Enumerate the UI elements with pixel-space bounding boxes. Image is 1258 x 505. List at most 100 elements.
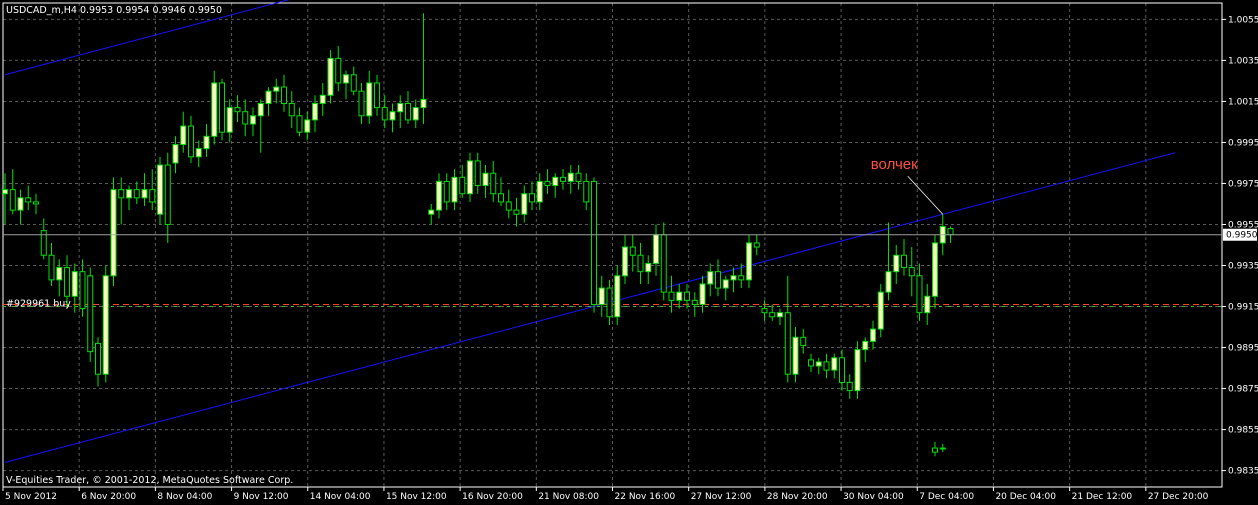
candle-body	[118, 189, 125, 199]
candle-body	[234, 107, 241, 113]
candle-body	[877, 291, 884, 330]
candle-body	[862, 340, 869, 351]
candle-body	[133, 189, 140, 199]
y-tick-label: 0.9835	[1228, 467, 1258, 477]
candle-body	[567, 172, 574, 182]
order-label: #929961 buy	[6, 298, 71, 309]
candle-body	[180, 125, 187, 146]
candle-body	[9, 189, 16, 211]
candle-body	[482, 172, 489, 187]
y-tick-label: 1.0055	[1228, 15, 1258, 25]
candle-body	[908, 267, 915, 277]
candle-body	[358, 90, 365, 117]
x-tick-label: 27 Nov 12:00	[691, 492, 752, 502]
candle-body	[164, 164, 171, 225]
candle-body	[738, 275, 745, 281]
candle-body	[110, 189, 117, 277]
candle-body	[591, 180, 597, 305]
candle-body	[722, 279, 729, 289]
candle-body	[141, 189, 148, 199]
x-tick-label: 7 Dec 04:00	[919, 492, 974, 502]
symbol-info: USDCAD_m,H4 0.9953 0.9954 0.9946 0.9950	[6, 5, 222, 16]
candle	[877, 283, 884, 338]
candle-body	[250, 115, 256, 125]
candle-body	[932, 447, 938, 453]
y-tick-label: 0.9995	[1228, 138, 1258, 148]
candle-body	[815, 361, 822, 367]
candle-body	[521, 193, 528, 215]
x-tick-label: 5 Nov 2012	[5, 492, 57, 502]
candle-body	[389, 111, 396, 121]
candle-body	[885, 271, 892, 293]
candle-body	[265, 90, 272, 104]
candle-body	[149, 189, 156, 203]
candle-body	[304, 119, 311, 133]
candle-body	[2, 189, 8, 195]
candle-body	[17, 197, 24, 211]
x-tick-label: 27 Dec 20:00	[1148, 492, 1209, 502]
candle-body	[560, 176, 566, 182]
candle-body	[288, 102, 295, 117]
candle-body	[95, 342, 101, 375]
y-tick-label: 1.0015	[1228, 97, 1258, 107]
candle-body	[784, 312, 791, 375]
candle-body	[327, 57, 334, 96]
candle-body	[614, 275, 621, 318]
candle-body	[761, 308, 768, 314]
x-tick-label: 16 Nov 20:00	[462, 492, 523, 502]
candle-body	[660, 234, 667, 293]
candle-body	[87, 275, 94, 353]
y-tick-label: 0.9915	[1228, 303, 1258, 313]
x-tick-label: 15 Nov 12:00	[386, 492, 447, 502]
x-tick-label: 21 Dec 12:00	[1072, 492, 1133, 502]
candle-body	[48, 254, 55, 281]
candle	[327, 50, 334, 104]
candle-body	[777, 312, 783, 318]
candle-body	[645, 262, 652, 273]
candle-body	[381, 107, 388, 121]
candle-body	[707, 271, 714, 285]
candle-body	[831, 357, 838, 371]
annotation-label: волчек	[871, 156, 918, 173]
candle	[87, 267, 94, 362]
x-tick-label: 28 Nov 20:00	[767, 492, 828, 502]
x-tick-label: 22 Nov 16:00	[615, 492, 676, 502]
candle-body	[443, 180, 450, 203]
y-tick-label: 0.9855	[1228, 426, 1258, 436]
y-tick-label: 0.9975	[1228, 179, 1258, 189]
candle-body	[808, 359, 814, 367]
candle-body	[800, 336, 807, 346]
candle-body	[56, 267, 63, 281]
candle-body	[916, 275, 923, 314]
x-tick-label: 9 Nov 12:00	[234, 492, 289, 502]
candle-body	[64, 267, 70, 297]
candle-body	[730, 275, 737, 281]
candle-body	[715, 271, 721, 289]
candle-body	[769, 312, 776, 318]
candle-body	[513, 209, 520, 215]
candle-body	[211, 82, 218, 137]
candle-body	[33, 201, 39, 205]
candle-body	[684, 291, 690, 301]
candle-body	[947, 228, 954, 236]
candle-body	[79, 271, 86, 310]
candle-body	[459, 176, 466, 195]
candle-body	[932, 242, 938, 297]
y-tick-label: 0.9875	[1228, 385, 1258, 395]
candle-body	[544, 180, 551, 187]
y-tick-label: 0.9935	[1228, 262, 1258, 272]
candle-body	[854, 349, 861, 392]
candle-body	[451, 176, 458, 203]
candle-body	[691, 299, 698, 305]
candle-body	[397, 102, 404, 113]
candle	[746, 234, 752, 289]
candle-body	[281, 86, 287, 104]
candle-body	[939, 447, 946, 450]
candle-body	[676, 291, 683, 301]
candle-body	[374, 82, 380, 109]
candle	[219, 78, 225, 141]
x-tick-label: 30 Nov 04:00	[843, 492, 904, 502]
price-chart[interactable]: #929961 buy 1.0055 1.0035 1.0015 0.9995 0.99…	[0, 0, 1258, 505]
candle-body	[746, 242, 752, 281]
x-tick-label: 21 Nov 08:00	[538, 492, 599, 502]
